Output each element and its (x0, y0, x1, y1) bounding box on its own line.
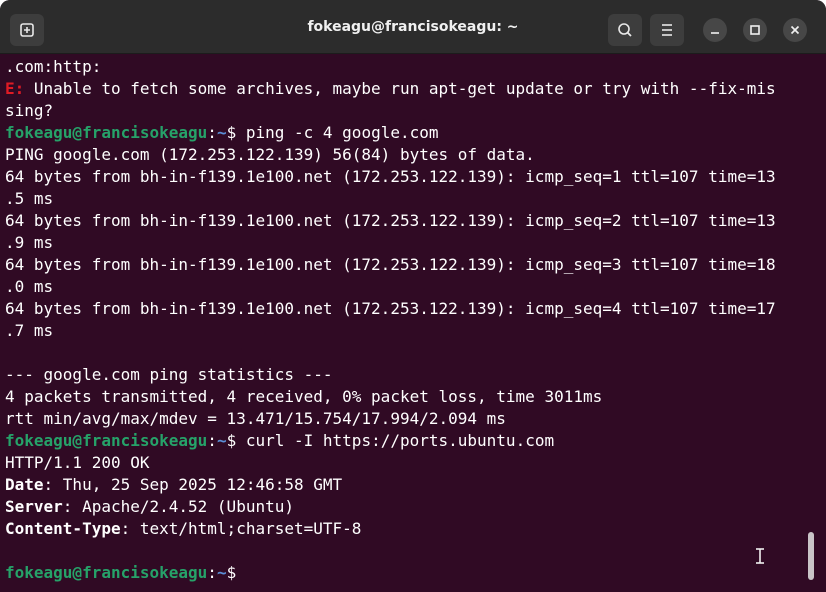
output-text: sing? (5, 101, 54, 120)
text-cursor-icon (756, 548, 764, 564)
output-line: .com:http: (5, 56, 811, 78)
hamburger-menu-icon (662, 24, 672, 36)
menu-button[interactable] (650, 14, 684, 46)
output-line: 64 bytes from bh-in-f139.1e100.net (172.… (5, 298, 811, 320)
error-message: Unable to fetch some archives, maybe run… (24, 79, 776, 98)
prompt-path: ~ (216, 431, 227, 450)
output-line: 4 packets transmitted, 4 received, 0% pa… (5, 386, 811, 408)
prompt-line: fokeagu@francisokeagu:~$ (5, 562, 811, 584)
prompt-line: fokeagu@francisokeagu:~$ ping -c 4 googl… (5, 122, 811, 144)
terminal-output[interactable]: .com:http: E: Unable to fetch some archiv… (5, 56, 811, 586)
prompt-symbol: $ (226, 123, 246, 142)
prompt-separator: : (207, 563, 217, 582)
output-line: 64 bytes from bh-in-f139.1e100.net (172.… (5, 210, 811, 232)
output-text: 64 bytes from bh-in-f139.1e100.net (172.… (5, 211, 776, 230)
output-line: rtt min/avg/max/mdev = 13.471/15.754/17.… (5, 408, 811, 430)
command-text: ping -c 4 google.com (245, 123, 439, 142)
prompt-separator: : (207, 431, 217, 450)
output-line: .7 ms (5, 320, 811, 342)
http-header-line: Content-Type: text/html;charset=UTF-8 (5, 518, 811, 540)
prompt-symbol: $ (226, 431, 246, 450)
header-value: : Thu, 25 Sep 2025 12:46:58 GMT (43, 475, 343, 494)
output-line: .9 ms (5, 232, 811, 254)
output-text: .com:http: (5, 57, 102, 76)
output-text: --- google.com ping statistics --- (5, 365, 333, 384)
output-line: HTTP/1.1 200 OK (5, 452, 811, 474)
output-line: .5 ms (5, 188, 811, 210)
output-text: rtt min/avg/max/mdev = 13.471/15.754/17.… (5, 409, 506, 428)
search-button[interactable] (608, 14, 642, 46)
close-icon (790, 25, 800, 35)
prompt-path: ~ (216, 563, 227, 582)
prompt-user: fokeagu@francisokeagu (5, 123, 208, 142)
output-line: 64 bytes from bh-in-f139.1e100.net (172.… (5, 254, 811, 276)
scrollbar-thumb[interactable] (808, 532, 814, 580)
header-value: : Apache/2.4.52 (Ubuntu) (62, 497, 294, 516)
output-line: sing? (5, 100, 811, 122)
prompt-path: ~ (216, 123, 227, 142)
error-line: E: Unable to fetch some archives, maybe … (5, 78, 811, 100)
prompt-symbol: $ (226, 563, 237, 582)
prompt-user: fokeagu@francisokeagu (5, 563, 208, 582)
http-header-line: Server: Apache/2.4.52 (Ubuntu) (5, 496, 811, 518)
output-text: .5 ms (5, 189, 54, 208)
output-line: .0 ms (5, 276, 811, 298)
http-header-line: Date: Thu, 25 Sep 2025 12:46:58 GMT (5, 474, 811, 496)
error-prefix: E: (5, 79, 25, 98)
output-text: HTTP/1.1 200 OK (5, 453, 150, 472)
header-key: Date (5, 475, 44, 494)
search-icon (618, 23, 632, 37)
header-value: : text/html;charset=UTF-8 (120, 519, 362, 538)
output-text: PING google.com (172.253.122.139) 56(84)… (5, 145, 535, 164)
prompt-user: fokeagu@francisokeagu (5, 431, 208, 450)
prompt-separator: : (207, 123, 217, 142)
title-bar[interactable]: fokeagu@francisokeagu: ~ (0, 0, 826, 54)
maximize-button[interactable] (743, 18, 767, 42)
header-key: Content-Type (5, 519, 121, 538)
output-text: 64 bytes from bh-in-f139.1e100.net (172.… (5, 167, 776, 186)
output-text: 64 bytes from bh-in-f139.1e100.net (172.… (5, 255, 776, 274)
output-line: --- google.com ping statistics --- (5, 364, 811, 386)
output-text: .9 ms (5, 233, 54, 252)
maximize-icon (750, 25, 760, 35)
close-button[interactable] (783, 18, 807, 42)
prompt-line: fokeagu@francisokeagu:~$ curl -I https:/… (5, 430, 811, 452)
minimize-icon (711, 32, 719, 34)
output-line: PING google.com (172.253.122.139) 56(84)… (5, 144, 811, 166)
output-text: .7 ms (5, 321, 54, 340)
output-text: 4 packets transmitted, 4 received, 0% pa… (5, 387, 603, 406)
header-key: Server (5, 497, 63, 516)
terminal-window: fokeagu@francisokeagu: ~ .com:http: E: U… (0, 0, 826, 592)
output-text: 64 bytes from bh-in-f139.1e100.net (172.… (5, 299, 776, 318)
command-text: curl -I https://ports.ubuntu.com (245, 431, 555, 450)
output-line: 64 bytes from bh-in-f139.1e100.net (172.… (5, 166, 811, 188)
minimize-button[interactable] (703, 18, 727, 42)
output-text: .0 ms (5, 277, 54, 296)
